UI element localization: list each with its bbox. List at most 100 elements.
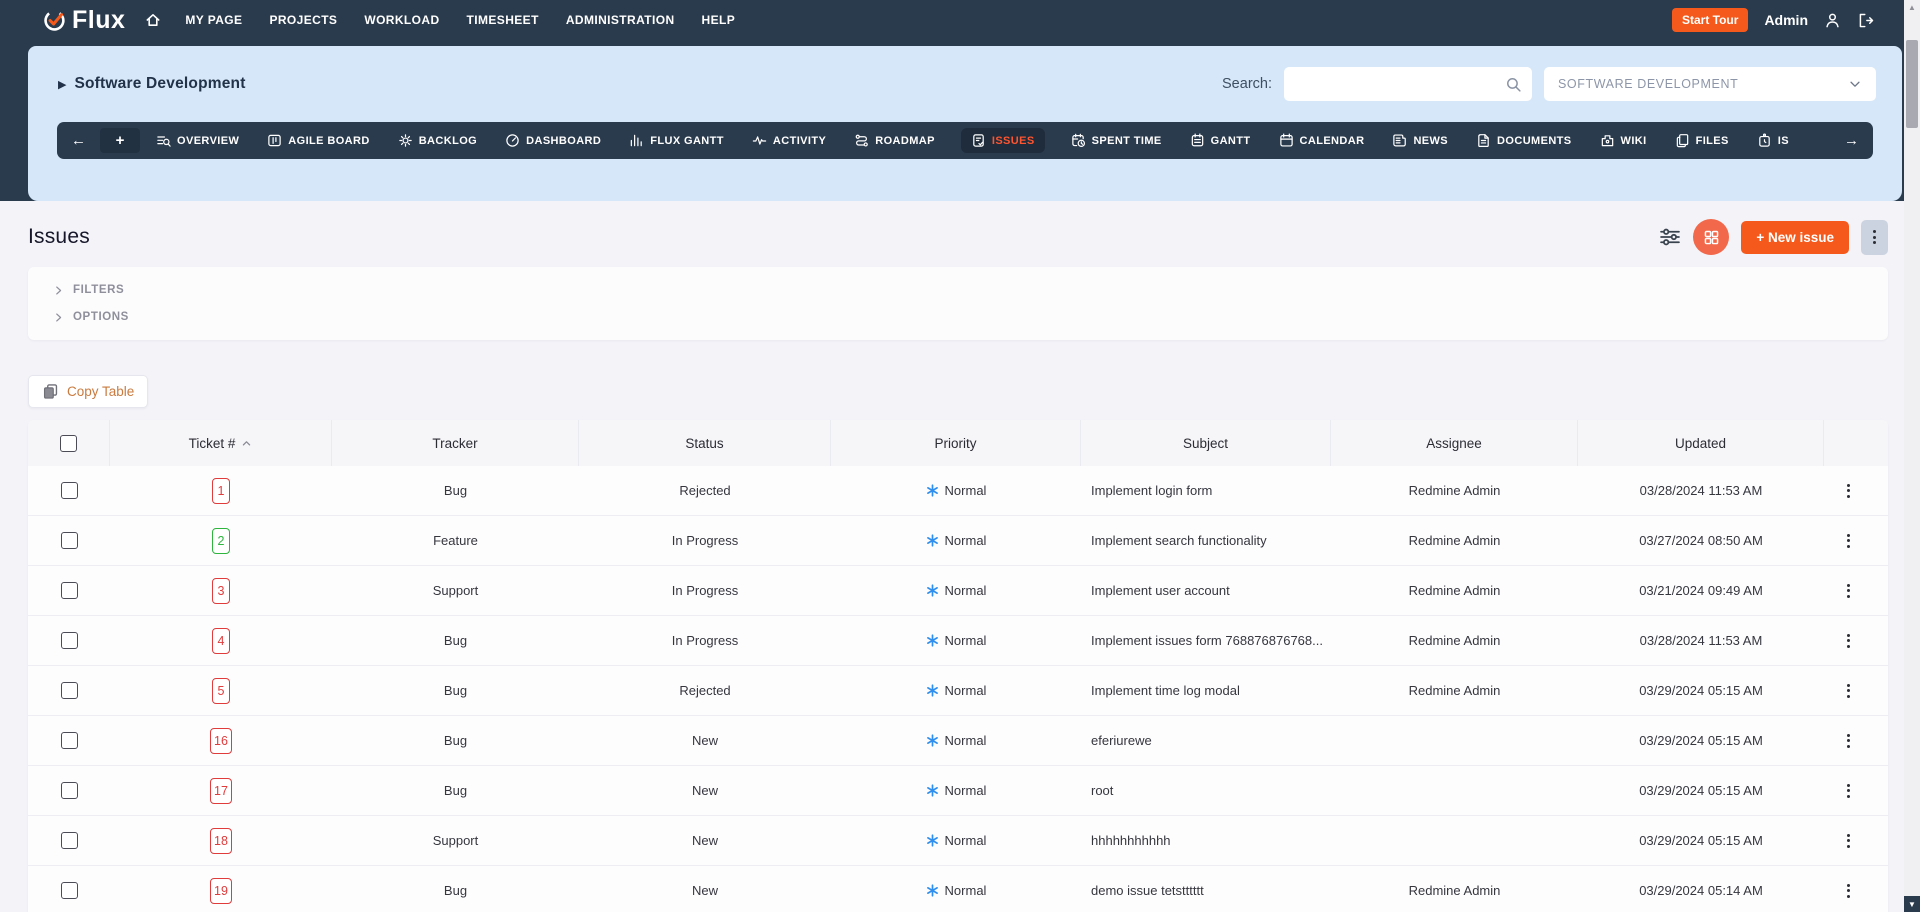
chevron-down-icon [1848,77,1862,91]
view-grid-button[interactable] [1693,219,1729,255]
nav-item-my-page[interactable]: MY PAGE [185,13,242,27]
row-checkbox[interactable] [61,882,78,899]
tab-is[interactable]: IS [1755,128,1791,153]
flux-gantt-icon [629,133,644,148]
nav-item-help[interactable]: HELP [702,13,736,27]
ticket-number-badge[interactable]: 1 [212,478,230,504]
subject-value[interactable]: eferiurewe [1091,733,1152,748]
row-checkbox[interactable] [61,482,78,499]
project-selector[interactable]: SOFTWARE DEVELOPMENT [1544,67,1876,101]
tab-agile-board[interactable]: AGILE BOARD [265,128,371,153]
row-menu-button[interactable] [1824,684,1872,698]
tab-files[interactable]: FILES [1673,128,1731,153]
row-menu-button[interactable] [1824,734,1872,748]
column-header-tracker[interactable]: Tracker [332,420,579,466]
subject-value[interactable]: Implement login form [1091,483,1212,498]
new-issue-button[interactable]: + New issue [1741,221,1849,254]
nav-item-workload[interactable]: WORKLOAD [364,13,439,27]
subject-value[interactable]: Implement user account [1091,583,1230,598]
row-checkbox[interactable] [61,832,78,849]
row-checkbox[interactable] [61,782,78,799]
scroll-down-icon[interactable]: ▼ [1904,896,1920,912]
tab-wiki[interactable]: WIKI [1598,128,1649,153]
row-menu-button[interactable] [1824,634,1872,648]
start-tour-button[interactable]: Start Tour [1672,8,1748,32]
row-checkbox[interactable] [61,732,78,749]
tab-documents[interactable]: DOCUMENTS [1474,128,1574,153]
priority-value: Normal [945,883,987,898]
tab-spent-time[interactable]: SPENT TIME [1069,128,1164,153]
more-actions-button[interactable] [1861,220,1888,255]
ticket-number-badge[interactable]: 18 [210,828,232,854]
column-header-status[interactable]: Status [579,420,831,466]
filter-sliders-icon[interactable] [1659,226,1681,248]
row-menu-button[interactable] [1824,534,1872,548]
options-toggle[interactable]: OPTIONS [53,311,1863,323]
row-menu-button[interactable] [1824,834,1872,848]
row-checkbox[interactable] [61,632,78,649]
search-input[interactable] [1294,77,1505,92]
column-header-subject[interactable]: Subject [1081,420,1331,466]
ticket-number-badge[interactable]: 17 [210,778,232,804]
row-menu-button[interactable] [1824,484,1872,498]
logo-text: Flux [72,6,125,35]
project-panel: ▶ Software Development Search: SOFTWARE … [28,46,1902,201]
tab-backlog[interactable]: BACKLOG [396,128,479,153]
row-checkbox[interactable] [61,532,78,549]
tab-gantt[interactable]: GANTT [1188,128,1253,153]
row-menu-button[interactable] [1824,884,1872,898]
tab-issues[interactable]: ISSUES [961,128,1045,153]
ticket-number-badge[interactable]: 5 [212,678,230,704]
column-header-ticket[interactable]: Ticket # [110,420,332,466]
tab-dashboard[interactable]: DASHBOARD [503,128,603,153]
nav-item-projects[interactable]: PROJECTS [269,13,337,27]
subject-value[interactable]: Implement issues form 768876876768... [1091,633,1323,648]
breadcrumb[interactable]: ▶ Software Development [58,75,246,93]
ticket-number-badge[interactable]: 3 [212,578,230,604]
ticket-number-badge[interactable]: 19 [210,878,232,904]
row-menu-button[interactable] [1824,784,1872,798]
tabs-scroll-right-icon[interactable]: → [1844,132,1859,149]
scroll-up-icon[interactable]: ▲ [1904,3,1920,12]
select-all-checkbox[interactable] [60,435,77,452]
filters-toggle[interactable]: FILTERS [53,284,1863,296]
tab-calendar[interactable]: CALENDAR [1277,128,1367,153]
tab-overview[interactable]: OVERVIEW [154,128,241,153]
flux-logo[interactable]: Flux [42,6,125,35]
priority-normal-icon [926,734,939,747]
tab-flux-gantt[interactable]: FLUX GANTT [627,128,726,153]
logout-icon[interactable] [1857,12,1874,29]
subject-value[interactable]: root [1091,783,1113,798]
copy-table-button[interactable]: Copy Table [28,375,148,408]
tabs-scroll-left-icon[interactable]: ← [71,132,86,149]
page-scrollbar[interactable]: ▲ ▼ [1904,0,1920,912]
tab-label: DASHBOARD [526,135,601,147]
row-checkbox[interactable] [61,582,78,599]
priority-value: Normal [945,783,987,798]
ticket-number-badge[interactable]: 4 [212,628,230,654]
row-menu-button[interactable] [1824,584,1872,598]
tab-news[interactable]: NEWS [1390,128,1450,153]
row-checkbox[interactable] [61,682,78,699]
priority-cell: Normal [831,533,1081,548]
column-header-updated[interactable]: Updated [1578,420,1824,466]
subject-value[interactable]: Implement search functionality [1091,533,1267,548]
tab-roadmap[interactable]: ROADMAP [852,128,937,153]
nav-item-timesheet[interactable]: TIMESHEET [467,13,539,27]
user-icon[interactable] [1824,12,1841,29]
subject-value[interactable]: demo issue tetstttttt [1091,883,1204,898]
nav-item-administration[interactable]: ADMINISTRATION [566,13,675,27]
ticket-number-badge[interactable]: 2 [212,528,230,554]
scrollbar-thumb[interactable] [1906,40,1918,128]
column-header-assignee[interactable]: Assignee [1331,420,1578,466]
user-name[interactable]: Admin [1764,12,1808,28]
add-tab-button[interactable]: + [100,128,140,153]
copy-icon [42,383,59,400]
home-icon[interactable] [145,12,161,28]
tracker-value: Bug [444,783,467,798]
subject-value[interactable]: Implement time log modal [1091,683,1240,698]
ticket-number-badge[interactable]: 16 [210,728,232,754]
subject-value[interactable]: hhhhhhhhhhh [1091,833,1171,848]
column-header-priority[interactable]: Priority [831,420,1081,466]
tab-activity[interactable]: ACTIVITY [750,128,828,153]
